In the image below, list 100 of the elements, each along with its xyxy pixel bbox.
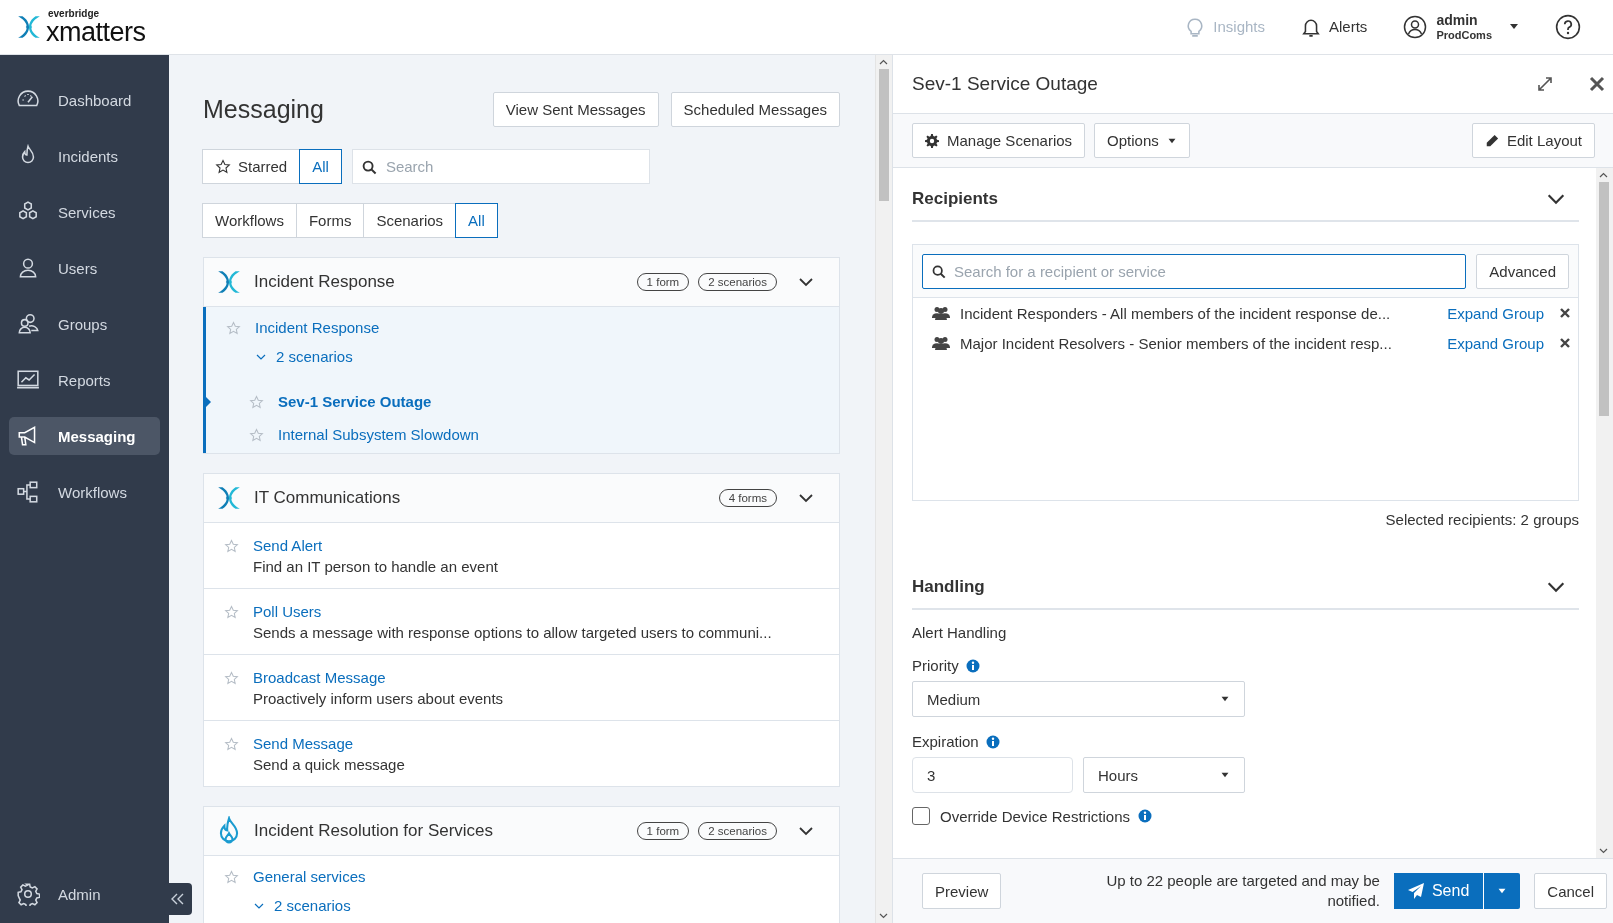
group-icon — [932, 306, 950, 320]
lightbulb-icon — [1185, 17, 1206, 37]
help-icon[interactable] — [1555, 14, 1581, 40]
header-button[interactable]: Scheduled Messages — [670, 92, 840, 127]
scroll-down-icon[interactable] — [879, 913, 888, 919]
section-heading: Handling — [912, 577, 985, 597]
item-description: Sends a message with response options to allow targeted users to communi... — [253, 624, 772, 641]
remove-icon[interactable] — [1560, 308, 1570, 318]
paper-plane-icon — [1407, 883, 1424, 899]
section-heading: Recipients — [912, 189, 998, 209]
expand-icon[interactable] — [1537, 76, 1553, 92]
filter-tab[interactable]: Workflows — [202, 203, 297, 238]
star-icon[interactable] — [224, 870, 239, 885]
scrollbar[interactable] — [875, 55, 892, 923]
pencil-icon — [1484, 133, 1499, 148]
sidebar-item[interactable]: Messaging — [9, 417, 160, 455]
sidebar-item[interactable]: Incidents — [9, 137, 160, 175]
user-name: admin — [1436, 13, 1479, 29]
sidebar-item[interactable]: Reports — [9, 361, 160, 399]
send-options-button[interactable] — [1483, 873, 1521, 909]
item-link[interactable]: Send Message — [253, 735, 405, 752]
scroll-up-icon[interactable] — [879, 59, 888, 65]
workflow-logo-icon — [216, 484, 242, 512]
toolbar-button[interactable]: Edit Layout — [1471, 123, 1595, 158]
advanced-button[interactable]: Advanced — [1476, 254, 1569, 289]
item-link[interactable]: Send Alert — [253, 537, 498, 554]
star-icon[interactable] — [224, 539, 239, 554]
toolbar-button[interactable]: Options — [1094, 123, 1190, 158]
scrollbar-thumb[interactable] — [1599, 182, 1609, 416]
targeting-note: Up to 22 people are targeted and may be notified. — [1105, 870, 1380, 911]
star-icon[interactable] — [224, 605, 239, 620]
caret-icon — [1220, 772, 1230, 778]
sidebar-item[interactable]: Groups — [9, 305, 160, 343]
filter-tab[interactable]: All — [455, 203, 498, 238]
nav-link[interactable]: Alerts — [1301, 17, 1368, 37]
checkbox[interactable] — [912, 807, 930, 825]
expand-group-link[interactable]: Expand Group — [1447, 304, 1544, 322]
item-link[interactable]: General services — [253, 868, 366, 885]
scrollbar-thumb[interactable] — [879, 69, 889, 201]
scroll-down-icon[interactable] — [1599, 848, 1608, 854]
workflow-logo-icon — [216, 268, 242, 296]
field-label: Expiration — [912, 733, 979, 750]
sidebar-item[interactable]: Workflows — [9, 473, 160, 511]
star-icon — [215, 158, 231, 175]
scroll-up-icon[interactable] — [1599, 172, 1608, 178]
scenario-link[interactable]: Internal Subsystem Slowdown — [278, 426, 479, 443]
filter-toggle[interactable]: Starred — [202, 149, 301, 184]
field-label: Priority — [912, 657, 959, 674]
toolbar-button[interactable]: Manage Scenarios — [912, 123, 1086, 158]
item-link[interactable]: Incident Response — [255, 319, 380, 336]
user-avatar-icon — [1403, 15, 1428, 39]
header-button[interactable]: View Sent Messages — [492, 92, 659, 127]
caret-icon[interactable] — [1509, 23, 1519, 31]
info-icon[interactable] — [1138, 809, 1153, 823]
gear-icon — [925, 133, 939, 148]
star-icon[interactable] — [226, 321, 241, 336]
scenarios-toggle[interactable]: 2 scenarios — [253, 897, 839, 914]
close-icon[interactable] — [1589, 76, 1605, 92]
item-description: Find an IT person to handle an event — [253, 558, 498, 575]
sidebar-item[interactable]: Dashboard — [9, 81, 160, 119]
item-link[interactable]: Broadcast Message — [253, 669, 504, 686]
filter-tab[interactable]: Scenarios — [363, 203, 457, 238]
group-icon — [932, 336, 950, 350]
filter-toggle[interactable]: All — [299, 149, 342, 184]
recipients-summary: Selected recipients: 2 groups — [1384, 511, 1579, 528]
send-button[interactable]: Send — [1393, 873, 1484, 909]
caret-icon — [1220, 696, 1230, 702]
info-icon[interactable] — [985, 734, 1000, 749]
flowchart-icon — [16, 480, 40, 504]
star-icon[interactable] — [249, 395, 264, 410]
star-icon[interactable] — [249, 428, 264, 443]
sidebar-item[interactable]: Admin — [9, 875, 160, 913]
star-icon[interactable] — [224, 737, 239, 752]
caret-icon — [1497, 888, 1508, 894]
item-description: Send a quick message — [253, 756, 405, 773]
subsection-title: Alert Handling — [912, 624, 1008, 641]
number-field[interactable]: 3 — [912, 757, 1073, 793]
sidebar-item[interactable]: Services — [9, 193, 160, 231]
page-title: Messaging — [203, 95, 324, 124]
recipient-name: Major Incident Resolvers - Senior members of the incident resp... — [960, 334, 1393, 352]
users-icon — [16, 312, 40, 336]
filter-tab[interactable]: Forms — [295, 203, 365, 238]
scrollbar[interactable] — [1596, 168, 1613, 858]
sidebar-item[interactable]: Users — [9, 249, 160, 287]
dropdown[interactable]: Medium — [912, 681, 1245, 717]
info-icon[interactable] — [965, 658, 980, 673]
dropdown[interactable]: Hours — [1083, 757, 1245, 793]
scenario-link[interactable]: Sev-1 Service Outage — [278, 393, 432, 410]
cancel-button[interactable]: Cancel — [1534, 873, 1607, 909]
star-icon[interactable] — [224, 671, 239, 686]
item-description: Proactively inform users about events — [253, 690, 504, 707]
preview-button[interactable]: Preview — [922, 873, 1002, 909]
search-field[interactable]: Search — [351, 149, 650, 184]
checkbox-label: Override Device Restrictions — [940, 807, 1131, 825]
recipient-name: Incident Responders - All members of the incident response de... — [960, 304, 1392, 322]
recipient-search-field[interactable]: Search for a recipient or service — [922, 254, 1467, 289]
scenarios-toggle[interactable]: 2 scenarios — [255, 348, 839, 365]
remove-icon[interactable] — [1560, 338, 1570, 348]
item-link[interactable]: Poll Users — [253, 603, 772, 620]
expand-group-link[interactable]: Expand Group — [1447, 334, 1544, 352]
